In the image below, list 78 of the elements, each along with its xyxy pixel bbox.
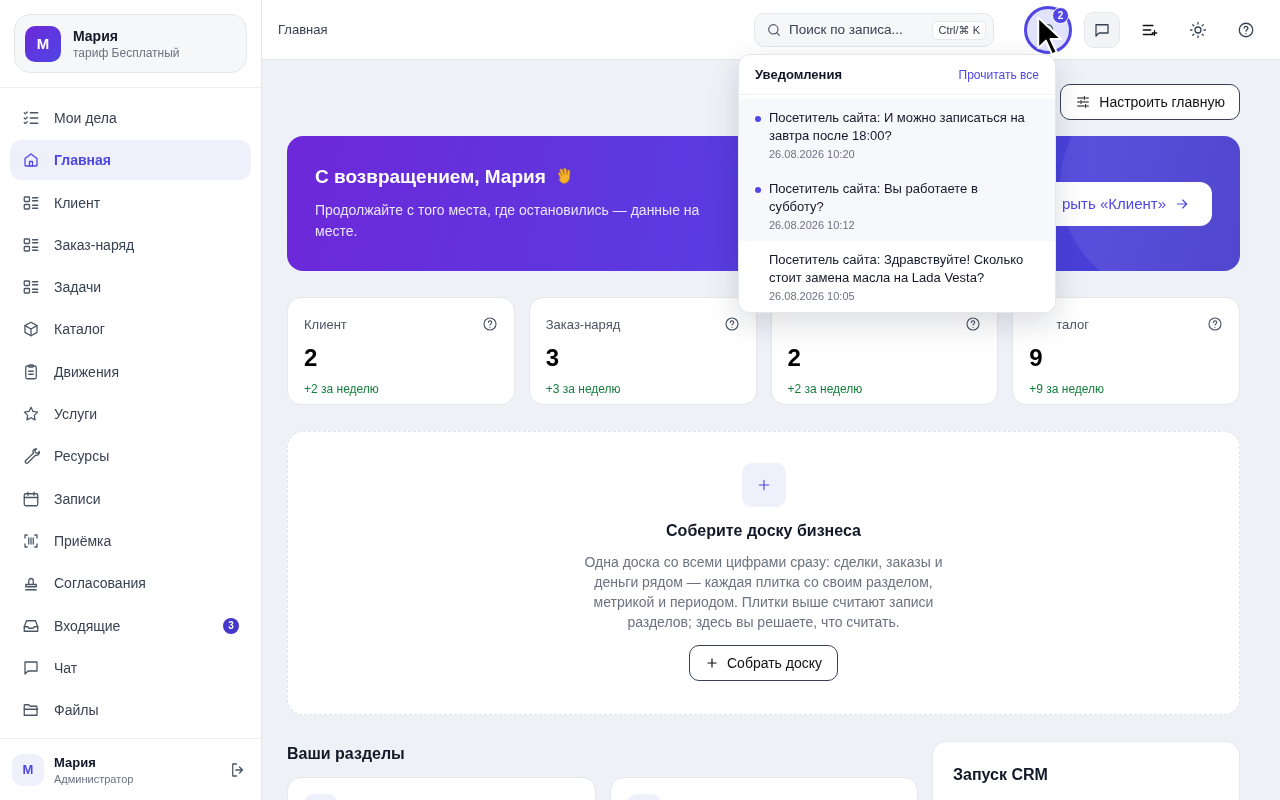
unread-dot	[755, 187, 761, 193]
notification-text: Посетитель сайта: И можно записаться на завтра после 18:00?	[769, 109, 1025, 145]
help-icon[interactable]	[481, 316, 498, 332]
notification-text: Посетитель сайта: Здравствуйте! Сколько стоит замена масла на Lada Vesta?	[769, 251, 1025, 287]
notification-text: Посетитель сайта: Вы работаете в субботу?	[769, 180, 979, 216]
sidebar-item[interactable]: Задачи	[10, 267, 251, 308]
mark-all-read-link[interactable]: Прочитать все	[958, 67, 1039, 82]
stat-delta: +3 за неделю	[545, 382, 622, 396]
notification-item[interactable]: Посетитель сайта: И можно записаться на завтра после 18:00? 26.08.2026 10:20	[739, 99, 1055, 170]
stat-label: Заказ-наряд	[545, 316, 622, 332]
notification-item[interactable]: Посетитель сайта: Вы работаете в субботу? 26.08.2026 10:12	[739, 170, 1055, 241]
sidebar-item[interactable]: Приёмка	[10, 520, 251, 561]
sidebar-item[interactable]: Ресурсы	[10, 436, 251, 477]
help-icon	[1237, 20, 1255, 39]
plan-label: тариф Бесплатный	[73, 45, 180, 60]
calendar-icon	[22, 489, 40, 508]
sidebar-item[interactable]: Входящие 3	[10, 605, 251, 646]
banner-title: С возвращением, Мария	[315, 165, 546, 188]
avatar: М	[12, 753, 44, 786]
notification-time: 26.08.2026 10:12	[769, 219, 856, 231]
breadcrumb: Главная	[278, 22, 329, 37]
sidebar-item[interactable]: Движения	[10, 351, 251, 392]
profile-name: Мария	[73, 27, 119, 44]
notification-time: 26.08.2026 10:20	[769, 148, 856, 160]
unread-dot	[755, 116, 761, 122]
plus-icon	[705, 656, 719, 670]
box-icon	[22, 320, 40, 339]
launch-title: Запуск CRM	[953, 766, 1049, 784]
search-icon	[766, 21, 782, 38]
sidebar-item[interactable]: Мои дела	[10, 98, 251, 138]
sidebar-item[interactable]: Записи	[10, 478, 251, 519]
board-title: Соберите доску бизнеса	[666, 522, 861, 540]
stat-delta: +2 за неделю	[304, 382, 380, 396]
list-icon	[22, 193, 40, 212]
home-icon	[22, 151, 40, 170]
help-icon[interactable]	[965, 316, 982, 332]
sidebar-item[interactable]: Каталог	[10, 309, 251, 350]
clipboard-icon	[22, 362, 40, 381]
user-role: Администратор	[54, 772, 135, 785]
notification-time: 26.08.2026 10:05	[769, 290, 856, 302]
sun-icon	[1189, 20, 1207, 39]
sidebar-item[interactable]: Согласования	[10, 563, 251, 604]
stat-value: 3	[545, 344, 561, 372]
stat-label: талог	[1055, 316, 1090, 332]
stat-value: 2	[304, 344, 319, 372]
stat-delta: +9 за неделю	[1029, 382, 1106, 396]
chat-icon	[22, 658, 40, 677]
sidebar-item[interactable]: Заказ-наряд	[10, 224, 251, 265]
checklist-icon	[22, 109, 40, 127]
stat-delta: +2 за неделю	[787, 382, 864, 396]
popup-title: Уведомления	[755, 67, 843, 82]
list-icon	[22, 278, 40, 297]
sidebar-item[interactable]: Клиент	[10, 182, 251, 223]
stat-value: 2	[787, 344, 802, 372]
chat-button[interactable]	[1084, 11, 1120, 48]
sidebar-item[interactable]: Главная	[10, 140, 251, 181]
stat-value: 9	[1029, 344, 1044, 372]
sidebar-item[interactable]: Услуги	[10, 394, 251, 435]
sidebar-item[interactable]: Чат	[10, 647, 251, 688]
user-name: Мария	[54, 754, 97, 770]
notification-item[interactable]: Посетитель сайта: Здравствуйте! Сколько стоит замена масла на Lada Vesta? 26.08.2026 10:05	[739, 241, 1055, 312]
stat-label: Клиент	[304, 316, 348, 332]
count-badge: 3	[223, 617, 239, 634]
sidebar-item[interactable]: Файлы	[10, 690, 251, 731]
section-heading: Ваши разделы	[287, 745, 406, 763]
count-badge: 2	[1052, 6, 1069, 24]
help-icon[interactable]	[1207, 316, 1223, 332]
customize-button[interactable]: Настроить главную	[1060, 84, 1240, 120]
scan-icon	[22, 531, 40, 550]
banner-text: Продолжайте с того места, где остановились — данные на месте.	[315, 200, 701, 241]
list-icon	[22, 235, 40, 254]
help-icon[interactable]	[723, 316, 740, 332]
board-description: Одна доска со всеми цифрами сразу: сделки, заказы и деньги рядом — каждая плитка со своим разделом, метрикой и периодом. Плитки выше считают записи разделов; здесь вы решаете, что считать.	[583, 553, 944, 632]
build-board-button[interactable]: Собрать доску	[689, 645, 838, 681]
sliders-icon	[1075, 94, 1092, 110]
wrench-icon	[22, 447, 40, 466]
profile-card[interactable]: М Мария тариф Бесплатный	[14, 14, 247, 73]
avatar: М	[25, 25, 61, 62]
